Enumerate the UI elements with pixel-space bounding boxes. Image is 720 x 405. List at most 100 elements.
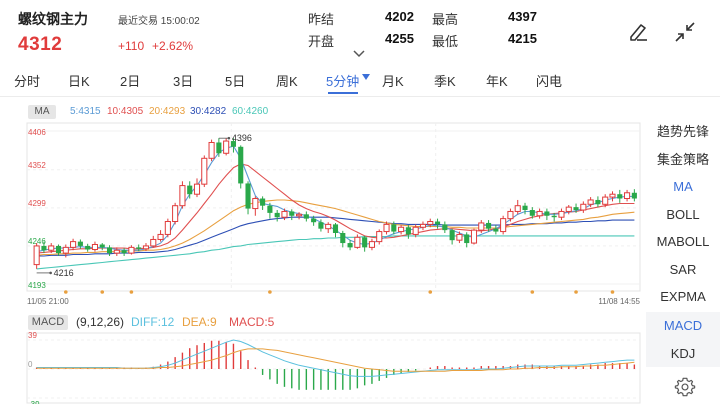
period-tabs: 分时 日K 2日 3日 5日 周K 5分钟 月K 季K 年K 闪电 [0, 68, 720, 94]
side-item-sar[interactable]: SAR [646, 256, 720, 284]
macd-indicator-badge[interactable]: MACD [28, 315, 68, 330]
kline-chart[interactable]: 440643524299424641934396421611/05 21:00 1… [0, 98, 646, 404]
candle-body [201, 157, 208, 185]
candle-body [91, 243, 99, 251]
candle-body [267, 205, 273, 213]
collapse-arrows-icon[interactable] [673, 20, 697, 44]
y-tick-label: 4299 [28, 199, 46, 208]
candle-body [281, 210, 288, 218]
candle-body [311, 218, 317, 223]
price-panel-frame [26, 122, 641, 292]
candle-body [617, 194, 623, 199]
tab-day-k[interactable]: 日K [68, 71, 90, 90]
event-marker-dot [129, 290, 134, 294]
candle-body [456, 233, 463, 241]
candle-body [522, 205, 528, 211]
candle-body [551, 215, 557, 218]
y-tick-label: 4193 [28, 281, 46, 290]
event-marker-dot [268, 290, 272, 294]
side-item-maboll[interactable]: MABOLL [646, 228, 720, 256]
candle-body [536, 210, 543, 217]
event-marker-dot [100, 290, 105, 294]
tab-week-k[interactable]: 周K [276, 71, 298, 90]
candle-body [595, 199, 601, 205]
tabs-divider [0, 96, 720, 97]
candle-body [164, 221, 171, 235]
candle-body [55, 245, 62, 254]
macd-value-legend: MACD:5 [229, 315, 275, 329]
candle-body [565, 206, 572, 212]
candle-body [128, 246, 135, 254]
active-tab-indicator [328, 92, 358, 94]
macd-tick-label: 39 [28, 331, 37, 340]
low-annotation-label: 4216 [54, 268, 74, 278]
candle-body [325, 223, 332, 230]
candle-body [427, 221, 434, 225]
candle-body [48, 245, 55, 251]
candle-body [587, 199, 594, 205]
candle-body [391, 224, 397, 232]
candle-body [412, 226, 419, 235]
side-item-boll[interactable]: BOLL [646, 201, 720, 229]
tab-3day[interactable]: 3日 [173, 71, 193, 90]
candle-body [41, 245, 47, 251]
side-item-macd[interactable]: MACD [646, 312, 720, 340]
side-item-trend[interactable]: 趋势先锋 [646, 118, 720, 146]
candle-body [106, 247, 113, 254]
side-item-fund[interactable]: 集金策略 [646, 146, 720, 174]
side-item-kdj[interactable]: KDJ [646, 339, 720, 367]
high-annotation-label: 4396 [232, 133, 252, 143]
candle-body [362, 237, 368, 248]
candle-body [260, 198, 266, 206]
side-item-ma[interactable]: MA [646, 173, 720, 201]
edit-pen-icon[interactable] [627, 20, 651, 44]
tab-month-k[interactable]: 月K [382, 71, 404, 90]
candle-body [419, 223, 427, 228]
tab-2day[interactable]: 2日 [120, 71, 140, 90]
open-value: 4255 [385, 31, 414, 46]
x-label-end: 11/08 14:55 [598, 297, 640, 306]
candle-body [332, 224, 339, 233]
macd-dea-legend: DEA:9 [182, 315, 217, 329]
contract-title: 螺纹钢主力 [18, 11, 88, 27]
candle-body [99, 244, 105, 248]
ma30-legend: 30:4282 [190, 106, 227, 117]
candle-body [383, 223, 390, 233]
candle-body [500, 218, 507, 233]
price-change-pct: +2.62% [152, 39, 194, 53]
candle-body [245, 183, 251, 209]
ma-indicator-badge[interactable]: MA [28, 105, 56, 119]
candle-body [434, 221, 441, 225]
side-item-expma[interactable]: EXPMA [646, 283, 720, 311]
low-label: 最低 [432, 34, 459, 49]
tab-quarter-k[interactable]: 季K [434, 71, 456, 90]
candle-body [142, 245, 150, 250]
candle-body [85, 245, 91, 250]
prev-close-label: 昨结 [308, 12, 335, 27]
candle-body [398, 226, 405, 233]
chevron-down-icon[interactable] [353, 50, 365, 58]
candle-body [449, 230, 455, 241]
candle-body [631, 192, 637, 199]
candle-body [486, 222, 492, 229]
candle-body [318, 222, 324, 229]
candle-body [150, 238, 157, 247]
tab-5day[interactable]: 5日 [225, 71, 245, 90]
tab-flash[interactable]: 闪电 [536, 71, 562, 90]
candle-body [121, 250, 127, 254]
ma60-legend: 60:4260 [232, 106, 269, 117]
candle-body [340, 233, 346, 244]
candle-body [70, 241, 77, 248]
high-annotation-dot [227, 136, 231, 140]
candle-body [354, 236, 361, 248]
open-label: 开盘 [308, 34, 335, 49]
candle-body [216, 142, 222, 154]
tab-5min[interactable]: 5分钟 [326, 71, 359, 90]
tab-minute[interactable]: 分时 [14, 71, 40, 90]
candle-body [303, 214, 309, 219]
settings-gear-icon[interactable] [674, 376, 696, 398]
ma5-legend: 5:4315 [70, 106, 101, 117]
event-marker-dot [64, 290, 68, 294]
prev-close-value: 4202 [385, 9, 414, 24]
tab-year-k[interactable]: 年K [486, 71, 508, 90]
